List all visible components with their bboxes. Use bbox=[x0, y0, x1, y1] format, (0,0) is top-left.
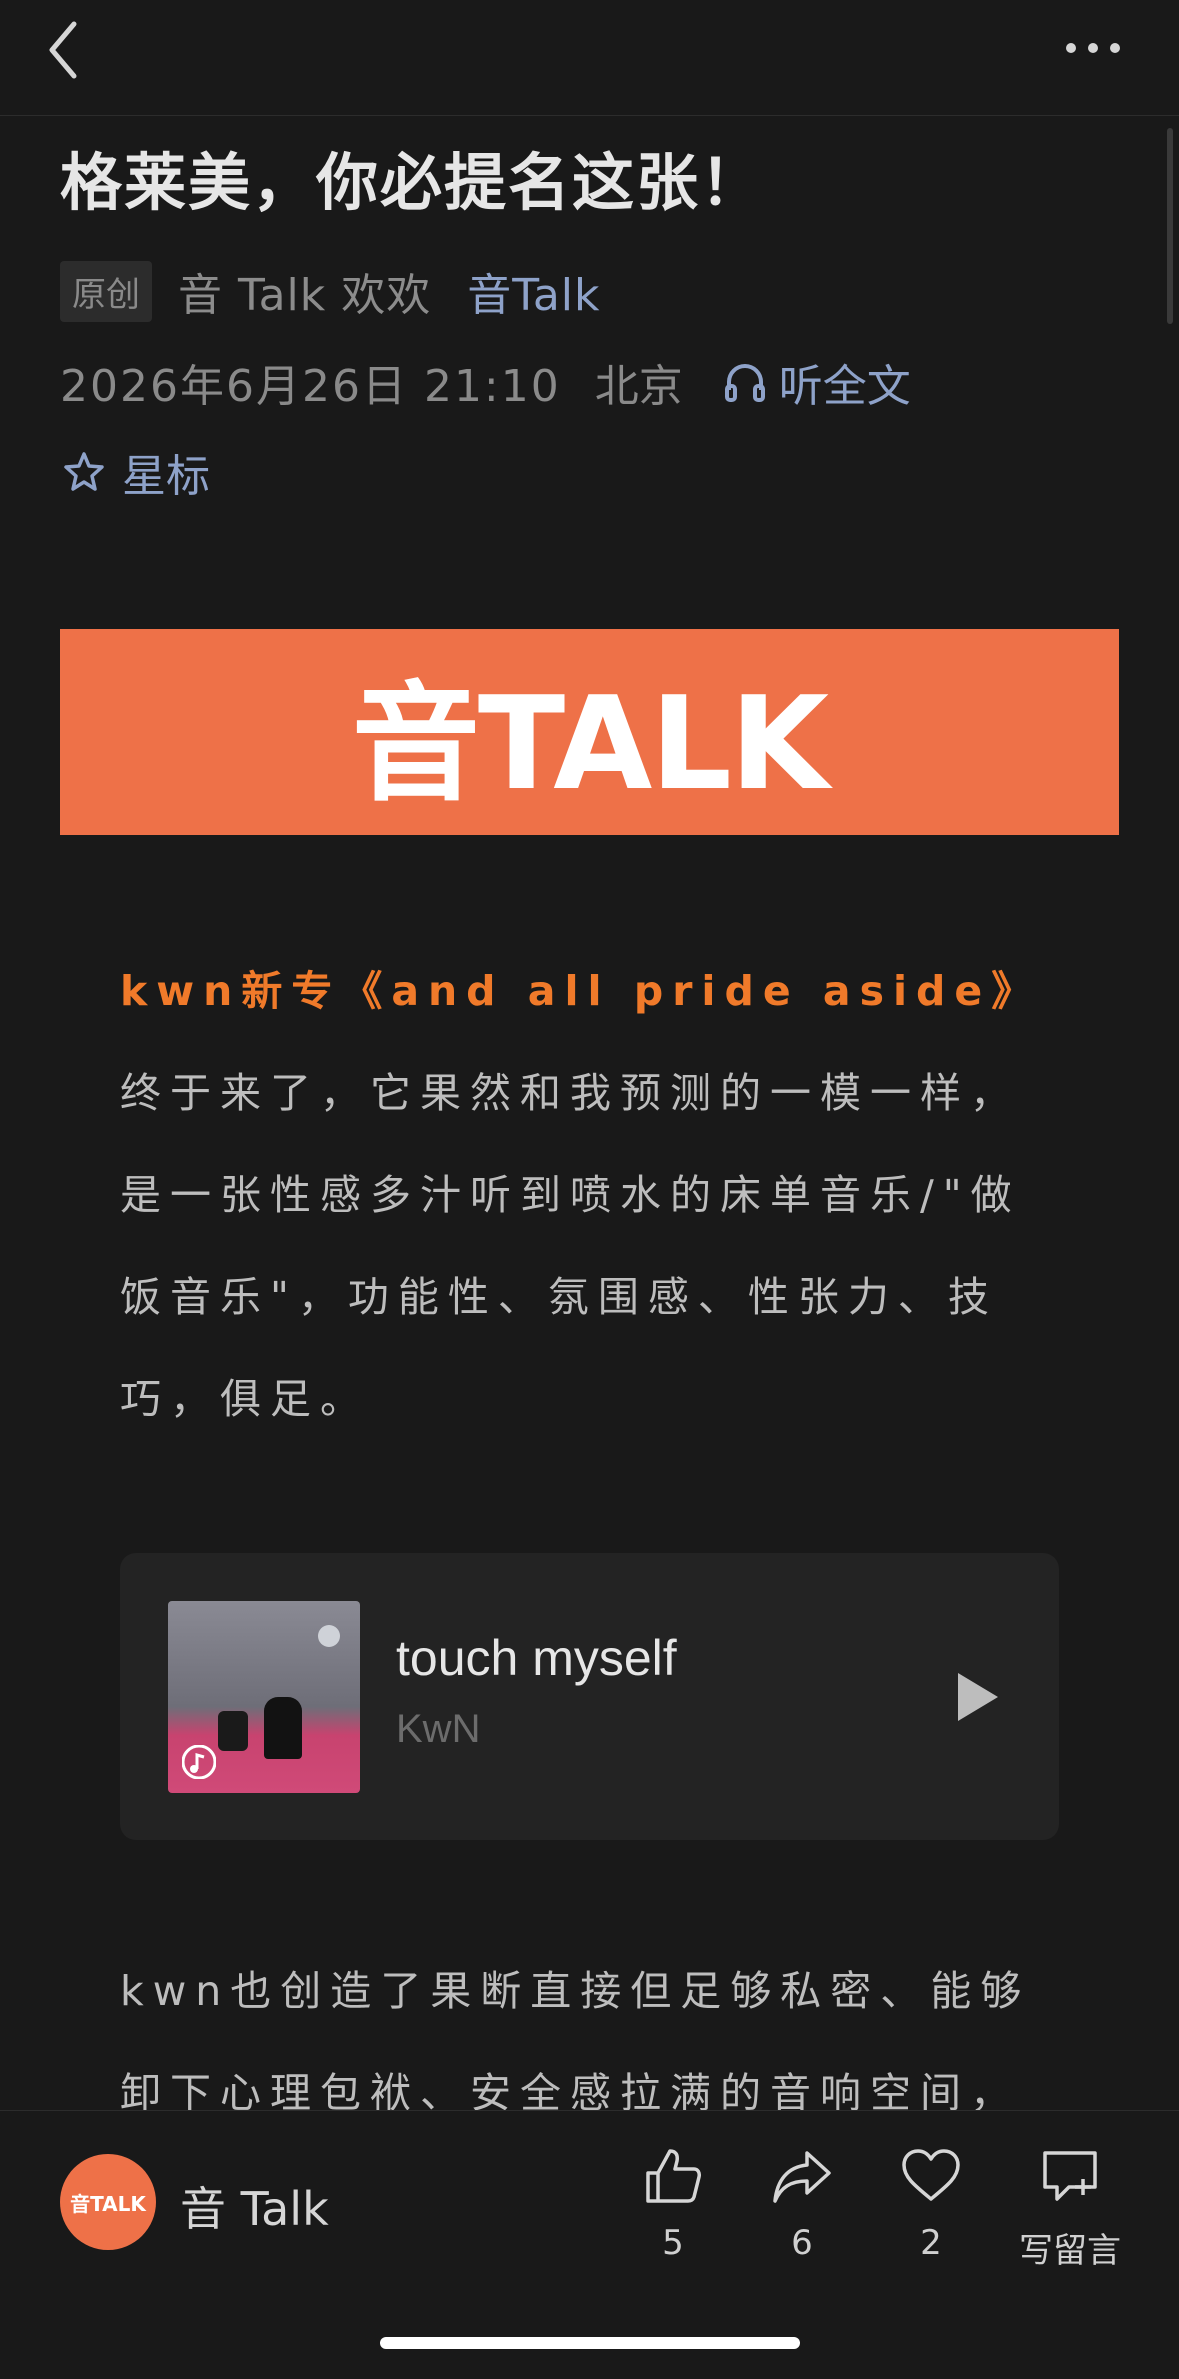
favorite-button[interactable]: 2 bbox=[871, 2145, 991, 2263]
like-count: 5 bbox=[662, 2223, 684, 2263]
article-title: 格莱美，你必提名这张！ bbox=[60, 146, 765, 219]
comment-add-icon bbox=[1043, 2151, 1097, 2201]
banner-logo: 音TALK bbox=[351, 669, 829, 819]
song-artist: KwN bbox=[396, 1707, 481, 1751]
star-button[interactable]: 星标 bbox=[62, 442, 210, 502]
share-count: 6 bbox=[791, 2223, 813, 2263]
home-indicator[interactable] bbox=[380, 2337, 800, 2349]
favorite-count: 2 bbox=[920, 2223, 942, 2263]
publish-location: 北京 bbox=[594, 361, 683, 412]
paragraph-1-text: 终于来了，它果然和我预测的一模一样，是一张性感多汁听到喷水的床单音乐/"做饭音乐… bbox=[120, 1069, 1021, 1423]
share-button[interactable]: 6 bbox=[742, 2145, 862, 2263]
write-comment-button[interactable]: 写留言 bbox=[1000, 2145, 1140, 2272]
original-badge: 原创 bbox=[60, 260, 152, 322]
article-meta-author: 原创 音 Talk 欢欢 音Talk bbox=[60, 259, 601, 323]
star-icon bbox=[64, 452, 104, 491]
account-link[interactable]: 音Talk bbox=[467, 259, 600, 323]
song-title: touch myself bbox=[396, 1630, 677, 1686]
album-highlight: kwn新专《and all pride aside》 bbox=[120, 967, 1042, 1015]
play-icon[interactable] bbox=[954, 1671, 1002, 1723]
like-button[interactable]: 5 bbox=[613, 2145, 733, 2263]
listen-label: 听全文 bbox=[778, 361, 911, 412]
heart-icon bbox=[902, 2149, 960, 2201]
listen-full-text-button[interactable]: 听全文 bbox=[723, 350, 911, 414]
cover-ball bbox=[318, 1625, 340, 1647]
headphones-icon bbox=[724, 364, 765, 402]
chevron-left-icon[interactable] bbox=[44, 18, 84, 82]
music-card[interactable]: touch myself KwN bbox=[120, 1553, 1059, 1840]
thumbs-up-icon bbox=[646, 2149, 701, 2203]
cover-person bbox=[264, 1697, 302, 1759]
share-arrow-icon bbox=[773, 2151, 831, 2203]
article-meta-date: 2026年6月26日 21:10 北京 听全文 bbox=[60, 352, 911, 412]
bottom-account-name[interactable]: 音 Talk bbox=[180, 2173, 329, 2239]
author-name: 音 Talk 欢欢 bbox=[178, 270, 432, 321]
scrollbar[interactable] bbox=[1167, 128, 1173, 324]
banner-image: 音TALK bbox=[60, 629, 1119, 835]
publish-date: 2026年6月26日 21:10 bbox=[60, 361, 561, 412]
music-note-icon bbox=[182, 1745, 216, 1779]
cover-chair bbox=[218, 1711, 248, 1751]
ellipsis-icon[interactable] bbox=[1063, 38, 1123, 58]
star-label: 星标 bbox=[122, 451, 210, 502]
top-nav-bar bbox=[0, 0, 1179, 116]
account-avatar[interactable]: 音TALK bbox=[60, 2154, 156, 2250]
paragraph-1: kwn新专《and all pride aside》终于来了，它果然和我预测的一… bbox=[120, 940, 1060, 1450]
album-cover bbox=[168, 1601, 360, 1793]
comment-label: 写留言 bbox=[1019, 2231, 1121, 2271]
